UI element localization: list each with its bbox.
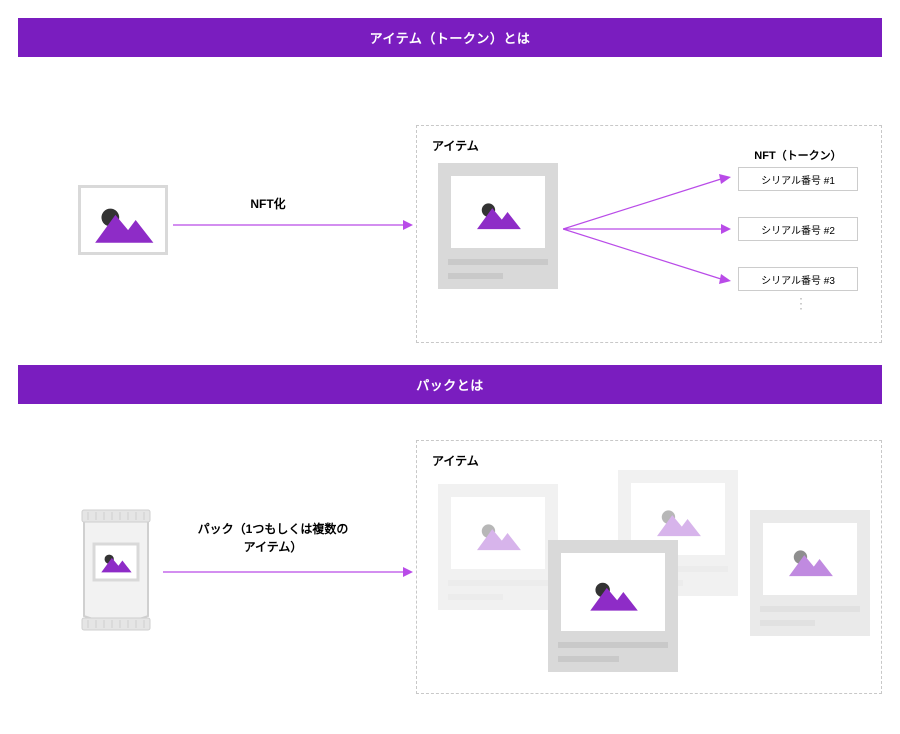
- serial-box-1: シリアル番号 #1: [738, 167, 858, 191]
- serial-title: NFT（トークン）: [738, 147, 858, 163]
- arrow-pack: [163, 562, 413, 582]
- items-dashed-label: アイテム: [432, 452, 479, 469]
- serial-box-2: シリアル番号 #2: [738, 217, 858, 241]
- item-card: [438, 163, 558, 289]
- pack-icon: [76, 504, 156, 639]
- section2-header: パックとは: [18, 365, 882, 404]
- item-card-front: [548, 540, 678, 672]
- source-image: [78, 185, 168, 255]
- section1-header: アイテム（トークン）とは: [18, 18, 882, 57]
- section2-body: パック（1つもしくは複数のアイテム） アイテム: [18, 414, 882, 704]
- serial-box-3: シリアル番号 #3: [738, 267, 858, 291]
- fanout-arrows: [563, 167, 733, 297]
- item-card-bg-1: [438, 484, 558, 610]
- arrow-label-pack: パック（1つもしくは複数のアイテム）: [193, 520, 353, 556]
- serial-ellipsis: ⋮: [794, 295, 810, 312]
- section1-body: NFT化 アイテム NFT（トークン） シリアル番号 #1 シリアル番号 #2 …: [18, 67, 882, 347]
- item-dashed-label: アイテム: [432, 137, 479, 154]
- arrow-nft: [173, 215, 413, 235]
- item-card-bg-3: [750, 510, 870, 636]
- arrow-label-nft: NFT化: [208, 195, 328, 212]
